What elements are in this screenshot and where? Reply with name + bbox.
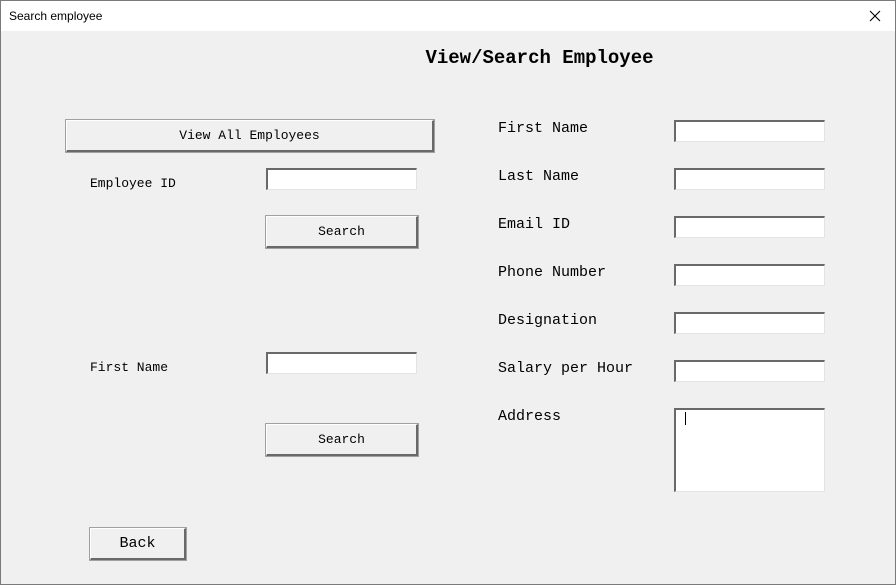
search-by-id-button[interactable]: Search: [265, 215, 419, 249]
last-name-field[interactable]: [674, 168, 825, 190]
email-id-label: Email ID: [498, 216, 571, 233]
employee-id-label: Employee ID: [90, 176, 176, 191]
back-button[interactable]: Back: [89, 527, 187, 561]
email-id-field[interactable]: [674, 216, 825, 238]
search-first-name-input[interactable]: [266, 352, 417, 374]
search-by-name-button[interactable]: Search: [265, 423, 419, 457]
title-bar: Search employee: [1, 1, 895, 31]
search-first-name-label: First Name: [90, 360, 169, 375]
first-name-field[interactable]: [674, 120, 825, 142]
last-name-label: Last Name: [498, 168, 580, 185]
address-label: Address: [498, 408, 562, 425]
designation-field[interactable]: [674, 312, 825, 334]
view-all-employees-button[interactable]: View All Employees: [65, 119, 435, 153]
close-button[interactable]: [855, 1, 895, 31]
first-name-label: First Name: [498, 120, 589, 137]
salary-per-hour-label: Salary per Hour: [498, 360, 634, 377]
designation-label: Designation: [498, 312, 598, 329]
phone-number-label: Phone Number: [498, 264, 607, 281]
search-employee-window: Search employee View/Search Employee Vie…: [0, 0, 896, 585]
salary-per-hour-field[interactable]: [674, 360, 825, 382]
window-title: Search employee: [9, 9, 103, 23]
address-field[interactable]: [674, 408, 825, 492]
phone-number-field[interactable]: [674, 264, 825, 286]
page-title: View/Search Employee: [425, 47, 654, 69]
close-icon: [869, 10, 881, 22]
employee-id-input[interactable]: [266, 168, 417, 190]
text-caret: [685, 412, 686, 425]
